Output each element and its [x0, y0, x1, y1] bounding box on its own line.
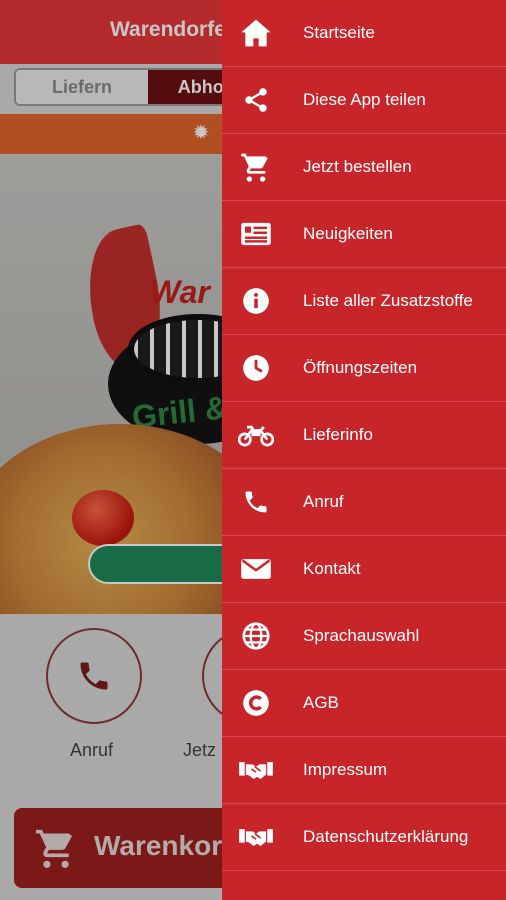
menu-item-label: Impressum	[303, 760, 388, 779]
menu-item-language[interactable]: Sprachauswahl	[222, 603, 506, 670]
menu-item-additives[interactable]: Liste aller Zusatzstoffe	[222, 268, 506, 335]
menu-item-call[interactable]: Anruf	[222, 469, 506, 536]
cart-icon	[238, 149, 274, 185]
menu-item-news[interactable]: Neuigkeiten	[222, 201, 506, 268]
menu-item-label: Liste aller Zusatzstoffe	[303, 291, 473, 310]
menu-item-label: Diese App teilen	[303, 90, 426, 109]
menu-item-opening-hours[interactable]: Öffnungszeiten	[222, 335, 506, 402]
phone-icon	[238, 484, 274, 520]
menu-item-label: Neuigkeiten	[303, 224, 393, 243]
menu-item-label: Sprachauswahl	[303, 626, 420, 645]
menu-item-label: AGB	[303, 693, 339, 712]
menu-item-startseite[interactable]: Startseite	[222, 0, 506, 67]
news-icon	[238, 216, 274, 252]
menu-item-label: Anruf	[303, 492, 344, 511]
menu-item-delivery-info[interactable]: Lieferinfo	[222, 402, 506, 469]
navigation-drawer: Startseite Diese App teilen Jetzt bestel…	[222, 0, 506, 900]
menu-item-imprint[interactable]: Impressum	[222, 737, 506, 804]
clock-icon	[238, 350, 274, 386]
menu-item-label: Kontakt	[303, 559, 361, 578]
menu-item-label: Jetzt bestellen	[303, 157, 412, 176]
share-icon	[238, 82, 274, 118]
copyright-icon	[238, 685, 274, 721]
menu-item-label: Lieferinfo	[303, 425, 373, 444]
mail-icon	[238, 551, 274, 587]
menu-item-agb[interactable]: AGB	[222, 670, 506, 737]
handshake-icon	[238, 752, 274, 788]
home-icon	[238, 15, 274, 51]
globe-icon	[238, 618, 274, 654]
handshake-icon	[238, 819, 274, 855]
menu-item-contact[interactable]: Kontakt	[222, 536, 506, 603]
info-icon	[238, 283, 274, 319]
menu-item-label: Öffnungszeiten	[303, 358, 418, 377]
motorbike-icon	[238, 417, 274, 453]
drawer-scrim[interactable]	[0, 0, 222, 900]
menu-item-share[interactable]: Diese App teilen	[222, 67, 506, 134]
menu-item-label: Startseite	[303, 23, 375, 42]
menu-item-privacy[interactable]: Datenschutzerklärung	[222, 804, 506, 871]
menu-item-label: Datenschutzerklärung	[303, 827, 469, 846]
menu-item-order[interactable]: Jetzt bestellen	[222, 134, 506, 201]
